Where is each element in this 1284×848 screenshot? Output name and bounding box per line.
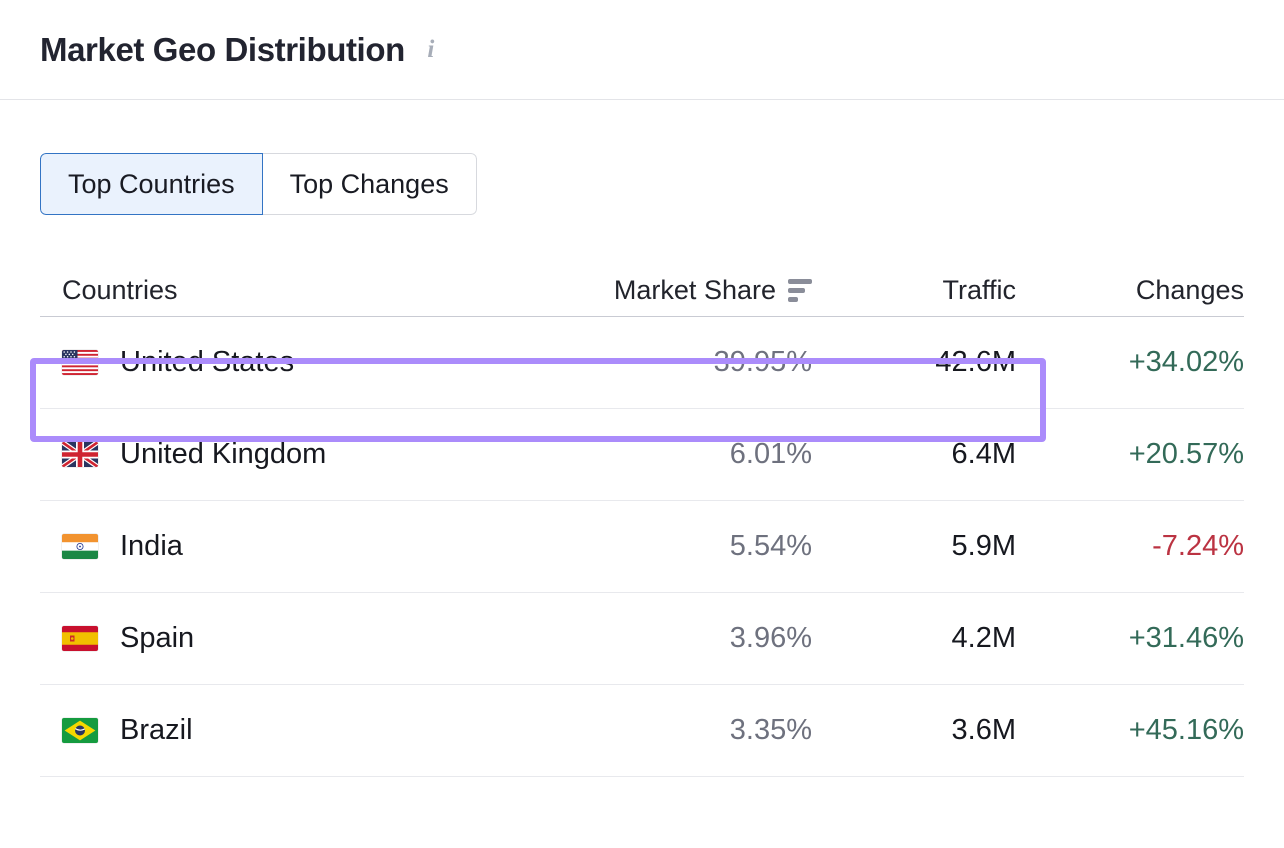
traffic-value: 3.6M <box>952 714 1016 747</box>
cell-changes: +45.16% <box>1030 714 1244 747</box>
cell-market-share: 3.96% <box>580 622 812 655</box>
cell-market-share: 5.54% <box>580 530 812 563</box>
traffic-value: 6.4M <box>952 438 1016 471</box>
traffic-value: 42.6M <box>935 346 1016 379</box>
tab-top-countries-label: Top Countries <box>68 169 235 200</box>
country-name: Brazil <box>120 714 193 747</box>
changes-value: +34.02% <box>1129 346 1244 379</box>
market-share-value: 3.96% <box>730 622 812 655</box>
table-row[interactable]: India 5.54% 5.9M -7.24% <box>40 501 1244 593</box>
country-name: United Kingdom <box>120 438 326 471</box>
table-row[interactable]: United Kingdom 6.01% 6.4M +20.57% <box>40 409 1244 501</box>
column-header-countries[interactable]: Countries <box>40 275 580 306</box>
page-title: Market Geo Distribution <box>40 33 405 66</box>
cell-changes: +20.57% <box>1030 438 1244 471</box>
market-share-value: 6.01% <box>730 438 812 471</box>
market-share-value: 3.35% <box>730 714 812 747</box>
traffic-value: 4.2M <box>952 622 1016 655</box>
table-header-row: Countries Market Share Traffic Changes <box>40 265 1244 317</box>
cell-market-share: 3.35% <box>580 714 812 747</box>
tab-top-changes-label: Top Changes <box>290 169 449 200</box>
traffic-value: 5.9M <box>952 530 1016 563</box>
changes-value: +31.46% <box>1129 622 1244 655</box>
changes-value: +20.57% <box>1129 438 1244 471</box>
tab-top-changes[interactable]: Top Changes <box>263 153 477 215</box>
tabs-container: Top Countries Top Changes <box>0 100 1284 215</box>
column-header-changes-label: Changes <box>1136 275 1244 306</box>
sort-bar-2 <box>788 288 805 293</box>
sort-bar-3 <box>788 297 798 302</box>
flag-es-icon <box>62 626 98 651</box>
cell-country: United States <box>40 346 580 379</box>
changes-value: -7.24% <box>1152 530 1244 563</box>
sort-bar-1 <box>788 279 812 284</box>
flag-us-icon <box>62 350 98 375</box>
cell-market-share: 39.95% <box>580 346 812 379</box>
cell-traffic: 3.6M <box>812 714 1030 747</box>
column-header-countries-label: Countries <box>62 275 178 306</box>
cell-country: Brazil <box>40 714 580 747</box>
country-name: India <box>120 530 183 563</box>
widget-header: Market Geo Distribution i <box>0 0 1284 100</box>
flag-br-icon <box>62 718 98 743</box>
market-share-value: 39.95% <box>714 346 812 379</box>
cell-market-share: 6.01% <box>580 438 812 471</box>
changes-value: +45.16% <box>1129 714 1244 747</box>
cell-traffic: 42.6M <box>812 346 1030 379</box>
market-share-value: 5.54% <box>730 530 812 563</box>
cell-changes: +34.02% <box>1030 346 1244 379</box>
market-geo-distribution-widget: Market Geo Distribution i Top Countries … <box>0 0 1284 848</box>
countries-table: Countries Market Share Traffic Changes <box>0 265 1284 777</box>
sort-descending-icon[interactable] <box>788 279 812 302</box>
country-name: United States <box>120 346 294 379</box>
table-row[interactable]: United States 39.95% 42.6M +34.02% <box>40 317 1244 409</box>
flag-in-icon <box>62 534 98 559</box>
cell-traffic: 4.2M <box>812 622 1030 655</box>
column-header-traffic[interactable]: Traffic <box>812 275 1030 306</box>
column-header-market-share[interactable]: Market Share <box>580 275 812 306</box>
cell-country: United Kingdom <box>40 438 580 471</box>
cell-changes: -7.24% <box>1030 530 1244 563</box>
table-row[interactable]: Brazil 3.35% 3.6M +45.16% <box>40 685 1244 777</box>
cell-traffic: 5.9M <box>812 530 1030 563</box>
tab-top-countries[interactable]: Top Countries <box>40 153 263 215</box>
cell-changes: +31.46% <box>1030 622 1244 655</box>
table-row[interactable]: Spain 3.96% 4.2M +31.46% <box>40 593 1244 685</box>
column-header-traffic-label: Traffic <box>942 275 1016 306</box>
country-name: Spain <box>120 622 194 655</box>
column-header-market-share-label: Market Share <box>614 275 776 306</box>
cell-country: India <box>40 530 580 563</box>
column-header-changes[interactable]: Changes <box>1030 275 1244 306</box>
flag-gb-icon <box>62 442 98 467</box>
tab-group: Top Countries Top Changes <box>40 153 477 215</box>
info-icon[interactable]: i <box>423 37 439 63</box>
cell-traffic: 6.4M <box>812 438 1030 471</box>
cell-country: Spain <box>40 622 580 655</box>
